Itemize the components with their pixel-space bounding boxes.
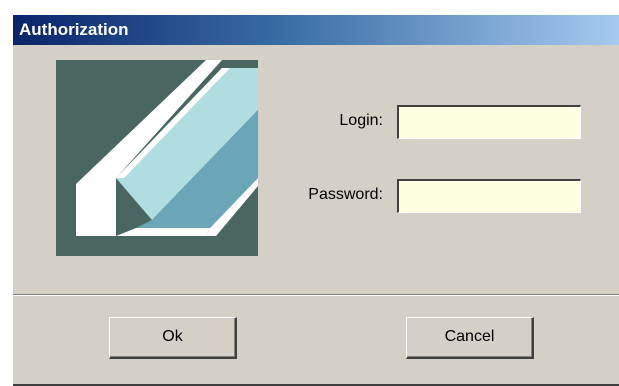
cancel-button[interactable]: Cancel [406,317,534,359]
title-bar[interactable]: Authorization [13,15,619,45]
window-title: Authorization [19,20,129,39]
password-field[interactable] [397,179,581,213]
login-field[interactable] [397,105,581,139]
separator [13,294,619,296]
password-label: Password: [308,186,383,203]
login-label: Login: [339,112,383,129]
app-logo-icon [56,60,258,256]
authorization-dialog: Authorization Login: Password: Ok Cancel [12,14,619,386]
ok-button[interactable]: Ok [109,317,237,359]
